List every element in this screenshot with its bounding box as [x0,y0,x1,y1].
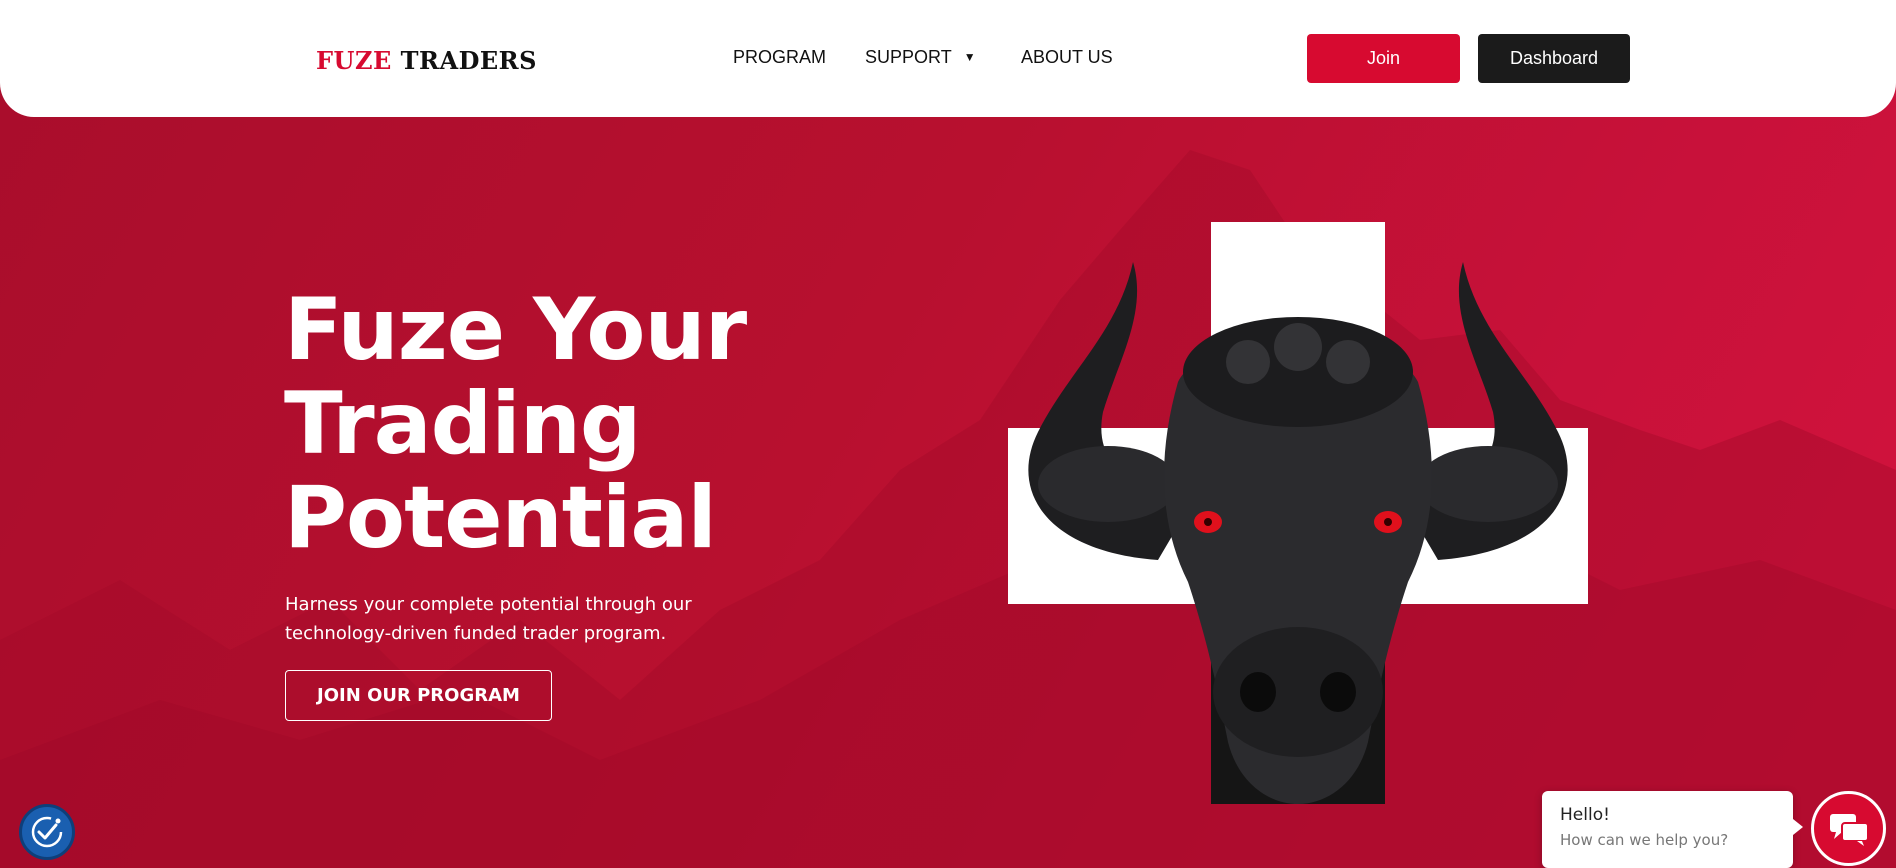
site-header: FUZE TRADERS PROGRAM SUPPORT ▼ ABOUT US J… [0,0,1896,117]
accessibility-icon [31,816,63,848]
chat-greeting-bubble[interactable]: Hello! How can we help you? [1542,791,1803,868]
headline-line-2: Trading [284,374,641,474]
join-program-button[interactable]: JOIN OUR PROGRAM [285,670,552,721]
chat-prompt: How can we help you? [1560,831,1729,849]
hero-headline: Fuze Your Trading Potential [284,283,844,565]
subtext-line-2: technology-driven funded trader program. [285,623,667,644]
logo-part-2: TRADERS [400,46,537,75]
chat-greeting: Hello! [1560,805,1610,825]
hero-subtext: Harness your complete potential through … [285,590,785,648]
nav-item-program[interactable]: PROGRAM [733,47,826,68]
dashboard-button[interactable]: Dashboard [1478,34,1630,83]
accessibility-button[interactable] [19,804,75,860]
chat-icon [1829,813,1869,846]
bull-cross-illustration [1008,222,1588,804]
headline-line-3: Potential [284,468,717,568]
chat-launcher-button[interactable] [1811,791,1886,866]
chevron-down-icon: ▼ [963,50,976,64]
logo-part-1: FUZE [316,46,392,75]
hero-section: Fuze Your Trading Potential Harness your… [0,0,1896,868]
nav-item-support[interactable]: SUPPORT ▼ [865,47,976,68]
headline-line-1: Fuze Your [284,280,747,380]
join-button[interactable]: Join [1307,34,1460,83]
fuze-traders-logo[interactable]: FUZE TRADERS [316,46,537,75]
subtext-line-1: Harness your complete potential through … [285,594,692,615]
nav-item-about-us[interactable]: ABOUT US [1021,47,1113,68]
nav-item-support-label: SUPPORT [865,47,952,67]
